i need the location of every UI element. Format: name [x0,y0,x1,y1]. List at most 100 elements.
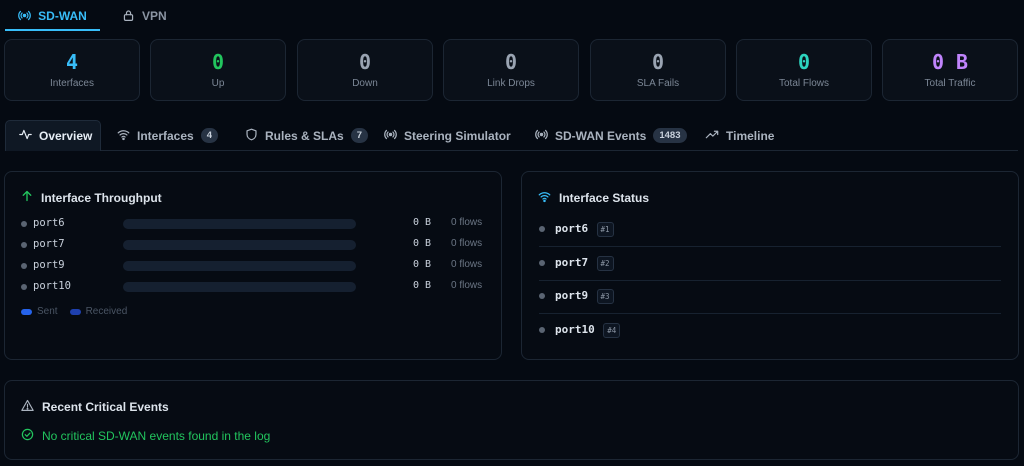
chart-legend: Sent Received [21,306,127,317]
stat-value: 0 [211,50,225,74]
tab-timeline[interactable]: Timeline [705,120,774,151]
bytes-value: 0 B [412,217,431,228]
tab-label: Steering Simulator [404,128,511,143]
throughput-bar [123,261,356,271]
stat-card-link-drops: 0 Link Drops [443,39,579,101]
empty-state-message: No critical SD-WAN events found in the l… [21,428,270,444]
status-dot [539,326,545,333]
status-dot [539,226,545,232]
flows-value: 0 flows [451,280,483,291]
radio-signal-icon [384,128,397,144]
stat-value: 0 [358,50,372,74]
interface-name: port7 [33,238,65,250]
interface-status-row[interactable]: port7 #2 [539,247,1001,281]
panel-title: Recent Critical Events [42,400,169,414]
tab-sd-wan[interactable]: SD-WAN [5,0,100,31]
flows-value: 0 flows [451,217,483,228]
empty-state-text: No critical SD-WAN events found in the l… [42,429,271,443]
interface-name: port9 [555,289,589,302]
legend-received: Received [69,306,127,317]
throughput-bar [123,240,356,250]
trend-icon [705,128,719,144]
bytes-value: 0 B [412,259,431,270]
interface-status-row[interactable]: port9 #3 [539,280,1001,314]
throughput-row: port10 0 B 0 flows [21,279,491,295]
stat-value: 0 B [931,50,969,74]
tab-overview[interactable]: Overview [5,120,101,151]
flows-value: 0 flows [451,238,483,249]
interface-name: port6 [555,222,589,235]
interface-status-row[interactable]: port6 #1 [539,213,1001,247]
throughput-row: port6 0 B 0 flows [21,216,491,232]
tab-interfaces[interactable]: Interfaces 4 [117,120,218,151]
throughput-bar [123,282,356,292]
tab-label: Timeline [726,128,775,143]
tab-sd-wan-events[interactable]: SD-WAN Events 1483 [535,120,687,151]
bytes-value: 0 B [412,238,431,249]
stat-label: SLA Fails [636,78,680,89]
throughput-row: port7 0 B 0 flows [21,237,491,253]
tab-steering-simulator[interactable]: Steering Simulator [384,120,511,151]
stat-card-sla-fails: 0 SLA Fails [590,39,726,101]
count-badge: 1483 [653,128,687,143]
panel-header: Interface Status [538,190,649,206]
stat-label: Interfaces [50,78,94,89]
status-dot [539,293,545,299]
radio-signal-icon [535,128,548,144]
events-panel: Recent Critical Events No critical SD-WA… [4,380,1019,460]
shield-icon [245,128,258,144]
status-panel: Interface Status port6 #1 port7 #2 port9 #3 po… [521,171,1019,360]
status-dot [21,242,27,248]
tab-label: Overview [39,129,93,143]
count-badge: 7 [350,128,368,143]
tab-label: SD-WAN [38,8,87,23]
stat-value: 0 [797,50,811,74]
warning-icon [21,399,34,415]
tab-vpn[interactable]: VPN [122,0,167,31]
status-dot [21,221,27,227]
panel-title: Interface Status [559,191,650,205]
interface-name: port10 [33,280,71,292]
stat-label: Total Flows [778,78,829,89]
activity-icon [19,128,32,144]
stat-label: Link Drops [487,78,535,89]
section-tabs: Overview Interfaces 4 Rules & SLAs 7 Ste… [5,120,1018,151]
wifi-icon [117,128,130,144]
top-nav: SD-WAN VPN [0,0,1024,31]
stat-label: Up [211,78,225,89]
interface-index-badge: #3 [596,289,614,304]
tab-rules-slas[interactable]: Rules & SLAs 7 [245,120,368,151]
interface-name: port9 [33,259,65,271]
stat-card-interfaces: 4 Interfaces [4,39,140,101]
tab-label: VPN [142,8,167,23]
throughput-bar [123,219,356,229]
throughput-row: port9 0 B 0 flows [21,258,491,274]
legend-sent: Sent [21,306,58,317]
interface-index-badge: #4 [603,322,621,338]
interface-status-row[interactable]: port10 #4 [539,314,1001,348]
flows-value: 0 flows [451,259,483,270]
stat-card-total-traffic: 0 B Total Traffic [882,39,1018,101]
tab-label: Rules & SLAs [265,128,344,143]
tab-label: SD-WAN Events [555,128,647,143]
stat-card-down: 0 Down [297,39,433,101]
panel-header: Interface Throughput [21,190,162,205]
arrow-up-icon [21,190,33,205]
interface-name: port10 [555,322,595,336]
check-circle-icon [21,428,34,444]
bytes-value: 0 B [412,280,431,291]
stat-label: Total Traffic [924,78,976,89]
stat-card-total-flows: 0 Total Flows [736,39,872,101]
lock-icon [122,9,135,22]
radio-signal-icon [18,9,31,22]
panel-title: Interface Throughput [41,190,162,205]
panel-header: Recent Critical Events [21,399,169,415]
tab-label: Interfaces [137,128,194,143]
stat-label: Down [352,78,378,89]
status-dot [539,259,545,266]
stat-value: 0 [504,50,518,74]
interface-name: port6 [33,217,65,229]
stat-card-up: 0 Up [150,39,286,101]
stat-value: 0 [651,50,665,74]
status-dot [21,284,27,290]
